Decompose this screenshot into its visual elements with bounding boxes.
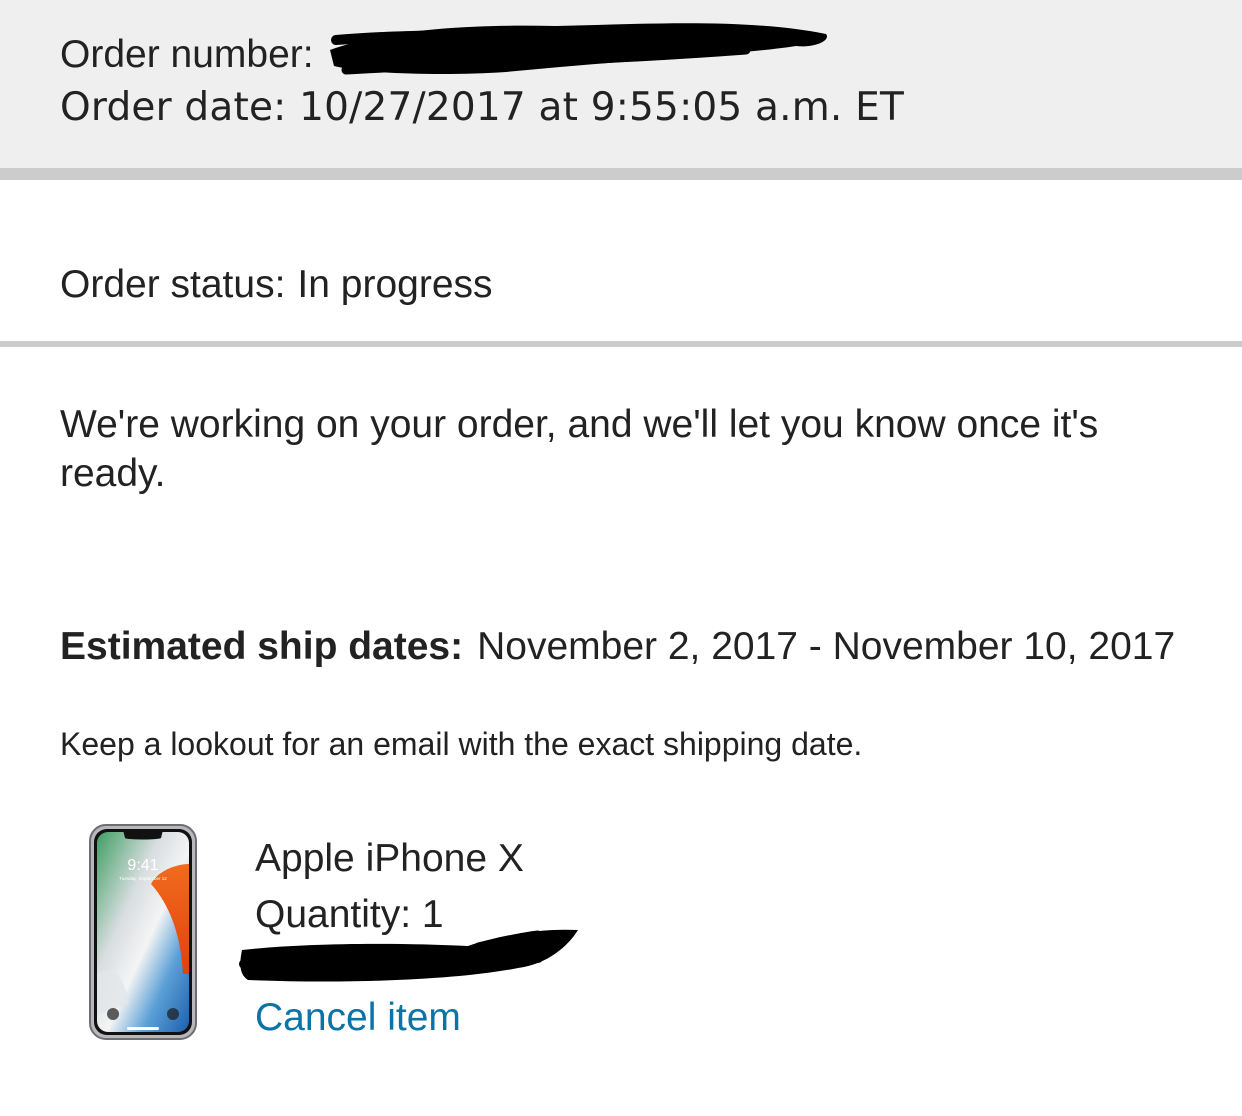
order-header: Order number: Order date: 10/27/2017 at … (0, 0, 1242, 168)
product-name: Apple iPhone X (255, 837, 524, 880)
product-detail-redaction (239, 929, 578, 982)
order-details-page: Order number: Order date: 10/27/2017 at … (0, 0, 1242, 1116)
iphone-x-product-image: 9:41 Tuesday, September 12 (89, 824, 197, 1040)
order-number-redaction (330, 23, 827, 75)
phone-screen-time: 9:41 (127, 857, 158, 874)
order-status: Order status: In progress (60, 262, 493, 308)
order-number: Order number: (60, 33, 314, 77)
order-status-label: Order status: (60, 263, 286, 306)
order-date-value: 10/27/2017 at 9:55:05 a.m. ET (299, 85, 904, 130)
order-progress-message: We're working on your order, and we'll l… (60, 403, 1099, 495)
phone-screen-date: Tuesday, September 12 (119, 876, 167, 881)
order-status-value: In progress (297, 263, 493, 306)
order-number-label: Order number: (60, 33, 314, 76)
status-divider (0, 341, 1242, 347)
order-date-label: Order date: (60, 85, 287, 130)
estimated-ship-dates: Estimated ship dates: November 2, 2017 - … (60, 622, 1210, 671)
ship-dates-label: Estimated ship dates: (60, 625, 464, 668)
order-date: Order date: 10/27/2017 at 9:55:05 a.m. E… (60, 86, 904, 130)
ship-dates-value: November 2, 2017 - November 10, 2017 (477, 625, 1176, 668)
header-divider (0, 168, 1242, 180)
ship-dates-note: Keep a lookout for an email with the exa… (60, 726, 863, 762)
cancel-item-link[interactable]: Cancel item (255, 995, 461, 1041)
